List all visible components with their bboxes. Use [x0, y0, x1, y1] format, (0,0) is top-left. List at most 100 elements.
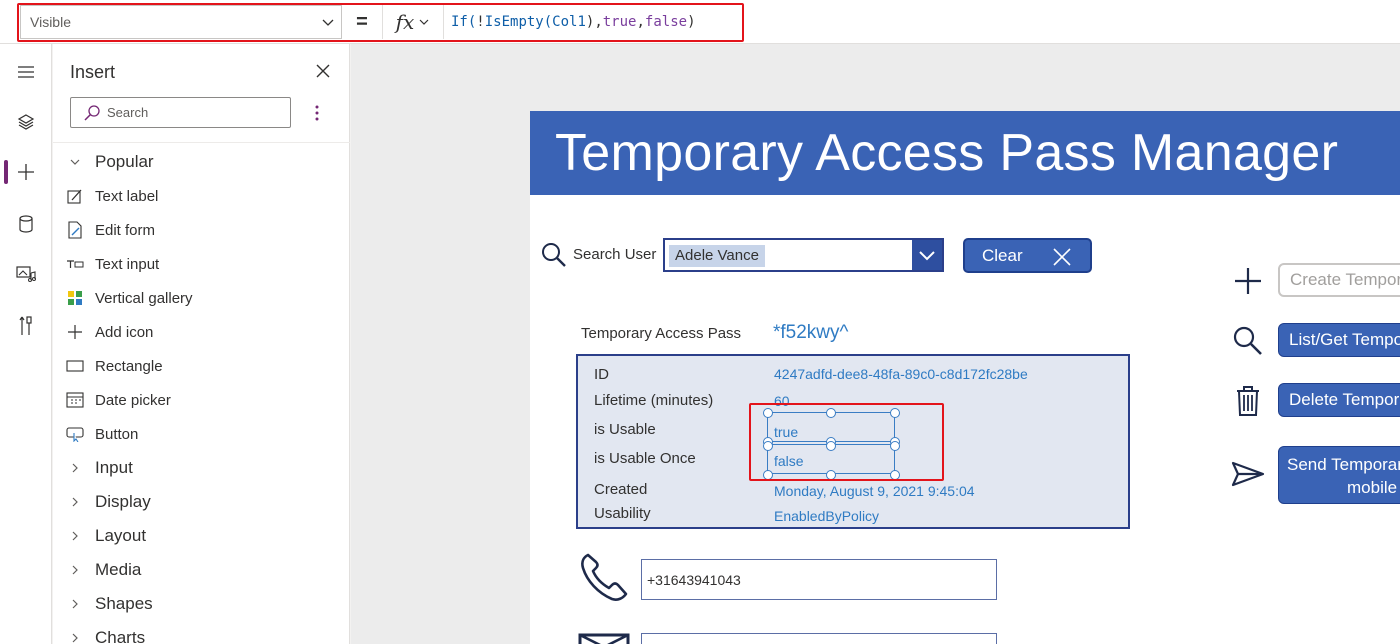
send-tap-label-line2: mobile	[1347, 478, 1398, 497]
category-charts[interactable]: Charts	[65, 623, 145, 644]
insert-item-label: Add icon	[95, 323, 154, 341]
insert-item-date-picker[interactable]: Date picker	[65, 385, 171, 415]
insert-search-input[interactable]	[107, 105, 277, 120]
delete-tap-button[interactable]: Delete Temporary Access Pass	[1278, 383, 1400, 417]
insert-item-text-input[interactable]: Text input	[65, 249, 159, 279]
selection-highlight-box	[749, 403, 944, 481]
insert-item-label: Date picker	[95, 391, 171, 409]
category-media[interactable]: Media	[65, 555, 141, 585]
search-user-label: Search User	[573, 246, 657, 263]
list-tap-label: List/Get Temporary Access Pass	[1289, 330, 1400, 349]
text-input-icon	[65, 254, 85, 274]
delete-tap-label: Delete Temporary Access Pass	[1289, 390, 1400, 409]
search-user-combobox[interactable]: Adele Vance	[663, 238, 944, 272]
rectangle-icon	[65, 356, 85, 376]
id-label: ID	[594, 366, 609, 383]
insert-search-box[interactable]	[70, 97, 291, 128]
formula-token: IsEmpty(	[484, 14, 553, 30]
tools-icon[interactable]	[0, 306, 52, 346]
insert-item-button[interactable]: Button	[65, 419, 138, 449]
insert-item-text-label[interactable]: Text label	[65, 181, 158, 211]
insert-item-label: Rectangle	[95, 357, 163, 375]
insert-panel: Insert Popular Text label Edit form Text…	[53, 44, 350, 644]
app-screen: Temporary Access Pass Manager Search Use…	[530, 111, 1400, 644]
trash-icon[interactable]	[1230, 383, 1266, 419]
category-input[interactable]: Input	[65, 453, 133, 483]
created-value: Monday, August 9, 2021 9:45:04	[774, 483, 975, 499]
divider	[53, 142, 350, 143]
chevron-right-icon	[65, 632, 85, 644]
hamburger-icon[interactable]	[0, 52, 52, 92]
close-icon	[1053, 248, 1071, 266]
insert-item-label: Text input	[95, 255, 160, 273]
formula-token: ,	[636, 14, 645, 30]
media-icon[interactable]	[0, 254, 52, 294]
property-dropdown[interactable]: Visible	[20, 5, 342, 39]
more-options-icon[interactable]	[309, 102, 325, 124]
clear-button[interactable]: Clear	[963, 238, 1092, 273]
chevron-down-icon	[419, 19, 429, 25]
search-icon[interactable]	[1230, 323, 1266, 359]
edit-form-icon	[65, 220, 85, 240]
create-tap-label: Create Temporary Access Pass	[1290, 270, 1400, 289]
insert-item-rectangle[interactable]: Rectangle	[65, 351, 163, 381]
tap-label: Temporary Access Pass	[581, 325, 742, 342]
category-label: Shapes	[95, 594, 153, 613]
send-tap-label-line1: Send Temporary Access Pass to	[1287, 455, 1400, 474]
search-icon	[542, 243, 566, 267]
tap-value: *f52kwy^	[773, 322, 849, 343]
category-popular[interactable]: Popular	[65, 147, 154, 177]
plus-icon	[65, 322, 85, 342]
calendar-icon	[65, 390, 85, 410]
category-label: Charts	[95, 628, 146, 644]
formula-token: ),	[585, 14, 603, 30]
search-icon	[84, 104, 100, 121]
plus-icon[interactable]	[1230, 263, 1266, 299]
chevron-down-icon[interactable]	[912, 240, 942, 270]
phone-input[interactable]: +31643941043	[641, 559, 997, 600]
button-icon	[65, 424, 85, 444]
category-layout[interactable]: Layout	[65, 521, 146, 551]
category-label: Input	[95, 458, 133, 477]
formula-input[interactable]: If(! IsEmpty(Col1), true, false)	[446, 5, 1394, 39]
email-input[interactable]	[641, 633, 997, 644]
create-tap-button[interactable]: Create Temporary Access Pass	[1278, 263, 1400, 297]
category-label: Display	[95, 492, 151, 511]
close-icon[interactable]	[313, 61, 333, 81]
chevron-right-icon	[65, 496, 85, 508]
send-icon[interactable]	[1230, 456, 1266, 492]
chevron-down-icon	[65, 156, 85, 168]
formula-token: Col1	[552, 14, 586, 30]
property-value: Visible	[30, 14, 71, 30]
data-icon[interactable]	[0, 204, 52, 244]
chevron-right-icon	[65, 598, 85, 610]
add-icon[interactable]	[0, 152, 52, 192]
app-title: Temporary Access Pass Manager	[555, 124, 1339, 182]
insert-item-vertical-gallery[interactable]: Vertical gallery	[65, 283, 193, 313]
text-label-icon	[65, 186, 85, 206]
formula-bar: Visible = fx If(! IsEmpty(Col1), true, fals…	[0, 0, 1400, 44]
insert-item-label: Text label	[95, 187, 159, 205]
layers-icon[interactable]	[0, 102, 52, 142]
category-label: Popular	[95, 152, 154, 171]
insert-item-edit-form[interactable]: Edit form	[65, 215, 155, 245]
usability-label: Usability	[594, 505, 651, 522]
formula-token: If(	[451, 14, 477, 30]
id-value: 4247adfd-dee8-48fa-89c0-c8d172fc28be	[774, 366, 1028, 382]
category-display[interactable]: Display	[65, 487, 151, 517]
app-header: Temporary Access Pass Manager	[530, 111, 1400, 195]
fx-button[interactable]: fx	[382, 5, 444, 39]
send-tap-button[interactable]: Send Temporary Access Pass to mobile	[1278, 446, 1400, 504]
insert-item-add-icon[interactable]: Add icon	[65, 317, 153, 347]
list-tap-button[interactable]: List/Get Temporary Access Pass	[1278, 323, 1400, 357]
chevron-down-icon	[322, 19, 334, 26]
equals-sign: =	[356, 10, 368, 33]
chevron-right-icon	[65, 462, 85, 474]
category-label: Layout	[95, 526, 147, 545]
usability-value: EnabledByPolicy	[774, 508, 880, 524]
left-rail	[0, 44, 52, 644]
search-user-value: Adele Vance	[669, 245, 765, 267]
category-shapes[interactable]: Shapes	[65, 589, 153, 619]
chevron-right-icon	[65, 530, 85, 542]
category-label: Media	[95, 560, 142, 579]
